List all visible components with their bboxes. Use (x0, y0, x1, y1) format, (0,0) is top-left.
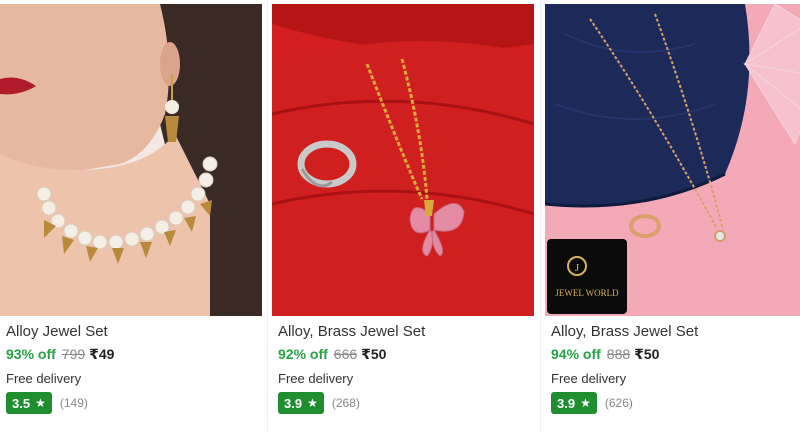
brand-logo: J JEWEL WORLD (547, 239, 627, 314)
product-grid: Alloy Jewel Set 93% off 799 ₹49 Free deliv… (0, 0, 800, 432)
original-price: 666 (333, 346, 358, 362)
star-icon: ★ (307, 396, 318, 410)
product-card[interactable]: J JEWEL WORLD Alloy, Brass Jewel Set 94%… (545, 0, 800, 432)
card-divider (540, 0, 541, 432)
product-title[interactable]: Alloy, Brass Jewel Set (551, 323, 698, 340)
brand-logo-name: JEWEL WORLD (555, 288, 619, 298)
product-image[interactable]: J JEWEL WORLD (545, 4, 800, 316)
discount-label: 94% off (551, 346, 601, 362)
product-image[interactable] (272, 4, 534, 316)
price-row: 93% off 799 ₹49 (6, 346, 114, 363)
review-count: (268) (331, 396, 360, 410)
delivery-info: Free delivery (278, 371, 354, 386)
rating-row: 3.9 ★ (268) (278, 392, 360, 414)
product-image[interactable] (0, 4, 262, 316)
selling-price: ₹49 (89, 346, 115, 362)
price-row: 94% off 888 ₹50 (551, 346, 659, 363)
product-title[interactable]: Alloy, Brass Jewel Set (278, 323, 425, 340)
product-card[interactable]: Alloy Jewel Set 93% off 799 ₹49 Free deliv… (0, 0, 262, 432)
delivery-info: Free delivery (6, 371, 82, 386)
rating-value: 3.9 (557, 395, 576, 411)
rating-row: 3.9 ★ (626) (551, 392, 633, 414)
discount-label: 92% off (278, 346, 328, 362)
pendant-chain-image: J JEWEL WORLD (545, 4, 800, 316)
product-title[interactable]: Alloy Jewel Set (6, 323, 108, 340)
card-divider (267, 0, 268, 432)
star-icon: ★ (580, 396, 591, 410)
brand-logo-letter: J (575, 262, 580, 274)
product-card[interactable]: Alloy, Brass Jewel Set 92% off 666 ₹50 Fre… (272, 0, 534, 432)
delivery-info: Free delivery (551, 371, 627, 386)
rating-value: 3.5 (12, 395, 31, 411)
rating-value: 3.9 (284, 395, 303, 411)
butterfly-necklace-image (272, 4, 534, 316)
selling-price: ₹50 (634, 346, 660, 362)
necklace-model-image (0, 4, 262, 316)
selling-price: ₹50 (361, 346, 387, 362)
review-count: (149) (59, 396, 88, 410)
rating-badge: 3.5 ★ (6, 392, 52, 414)
price-row: 92% off 666 ₹50 (278, 346, 386, 363)
discount-label: 93% off (6, 346, 56, 362)
original-price: 888 (606, 346, 631, 362)
rating-row: 3.5 ★ (149) (6, 392, 88, 414)
review-count: (626) (604, 396, 633, 410)
star-icon: ★ (35, 396, 46, 410)
original-price: 799 (61, 346, 86, 362)
rating-badge: 3.9 ★ (278, 392, 324, 414)
rating-badge: 3.9 ★ (551, 392, 597, 414)
